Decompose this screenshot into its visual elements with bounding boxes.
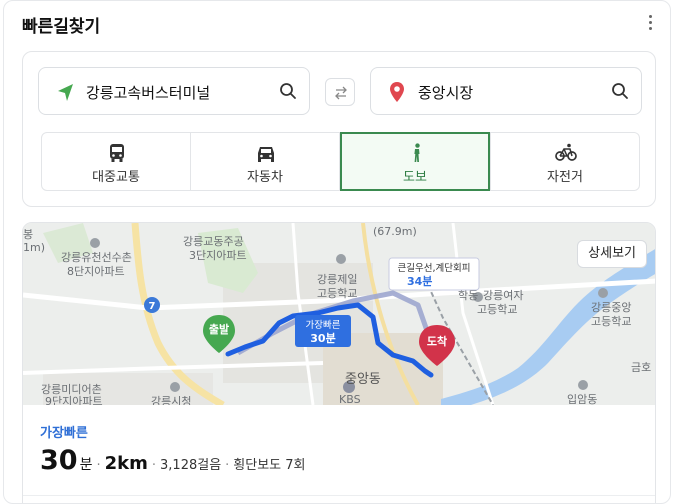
map-label: 입암동 <box>567 393 597 405</box>
destination-value: 중앙시장 <box>418 84 474 102</box>
map-label: (67.9m) <box>373 225 417 238</box>
swap-button[interactable] <box>325 78 355 106</box>
start-marker-label: 출발 <box>209 322 229 336</box>
tab-label: 자전거 <box>547 170 583 185</box>
search-icon[interactable] <box>611 82 629 100</box>
map-label: 강릉교동주공 <box>183 235 244 248</box>
card-header: 빠른길찾기 <box>4 1 670 45</box>
tab-label: 도보 <box>403 170 427 185</box>
route-map[interactable]: 7 봉 1m) 강릉유천선수촌 8단지아파트 강릉교동주공 3단지아파트 (67… <box>23 223 655 405</box>
destination-marker-label: 도착 <box>427 334 447 348</box>
tab-bicycle[interactable]: 자전거 <box>490 132 640 191</box>
map-label: 강릉제일 <box>317 272 357 286</box>
map-canvas: 7 봉 1m) 강릉유천선수촌 8단지아파트 강릉교동주공 3단지아파트 (67… <box>23 223 655 405</box>
duration-value: 30 <box>40 445 78 476</box>
map-label: 고등학교 <box>477 303 517 316</box>
tab-label: 자동차 <box>247 170 283 185</box>
map-label: 학동 <box>458 289 478 302</box>
card-title: 빠른길찾기 <box>22 17 101 37</box>
map-label: 고등학교 <box>317 287 357 300</box>
tab-label: 대중교통 <box>92 170 140 185</box>
road-number-label: 7 <box>149 301 156 312</box>
map-label: 9단지아파트 <box>45 395 103 405</box>
map-label: 강릉시청 <box>151 395 191 405</box>
map-label: 고등학교 <box>591 315 631 328</box>
route-metrics: 30 분 · 2km · 3,128걸음 · 횡단보도 7회 <box>40 445 306 476</box>
directions-card: 빠른길찾기 강릉고속버스터미널 중앙시장 대중교통 자동차 도보 자전거 7 봉… <box>3 0 671 504</box>
distance-value: 2km <box>104 453 148 474</box>
destination-field[interactable]: 중앙시장 <box>370 67 642 115</box>
tab-car[interactable]: 자동차 <box>190 132 340 191</box>
callout-time: 34분 <box>407 275 432 288</box>
step-count: 3,128걸음 <box>160 458 222 473</box>
walk-icon <box>414 143 420 162</box>
location-arrow-icon <box>58 84 73 101</box>
map-label: 봉 <box>23 228 33 241</box>
car-icon <box>258 147 274 162</box>
route-result-card[interactable]: 7 봉 1m) 강릉유천선수촌 8단지아파트 강릉교동주공 3단지아파트 (67… <box>22 222 656 503</box>
map-label: 중앙동 <box>345 372 381 387</box>
search-icon[interactable] <box>279 82 297 100</box>
map-label: 금호 <box>631 361 651 374</box>
origin-field[interactable]: 강릉고속버스터미널 <box>38 67 310 115</box>
callout-time: 30분 <box>310 332 335 345</box>
alternative-route-callout[interactable]: 큰길우선,계단회피 34분 <box>388 257 480 291</box>
callout-label: 큰길우선,계단회피 <box>398 262 471 274</box>
map-label: KBS <box>339 393 361 405</box>
swap-icon <box>335 86 347 100</box>
map-label: 강릉여자 <box>483 289 523 302</box>
map-pin-icon <box>390 82 404 102</box>
route-summary: 가장빠른 30 분 · 2km · 3,128걸음 · 횡단보도 7회 <box>23 405 655 503</box>
more-options-icon[interactable] <box>644 13 656 33</box>
duration-unit: 분 <box>79 457 93 473</box>
map-label: 3단지아파트 <box>189 249 247 262</box>
transport-mode-tabs: 대중교통 자동차 도보 자전거 <box>41 132 641 191</box>
origin-value: 강릉고속버스터미널 <box>86 84 211 102</box>
map-label: 8단지아파트 <box>67 265 125 278</box>
route-tag: 가장빠른 <box>40 426 88 441</box>
map-label: 강릉중앙 <box>591 301 631 314</box>
crosswalk-count: 횡단보도 7회 <box>233 458 306 473</box>
bus-icon <box>110 144 124 162</box>
divider <box>23 495 655 496</box>
bicycle-icon <box>555 143 577 161</box>
map-label: 강릉유천선수촌 <box>61 250 132 264</box>
details-button[interactable]: 상세보기 <box>577 240 647 268</box>
map-label: 1m) <box>23 241 45 254</box>
fastest-route-callout[interactable]: 가장빠른 30분 <box>295 315 351 347</box>
search-panel: 강릉고속버스터미널 중앙시장 대중교통 자동차 도보 자전거 <box>22 51 656 207</box>
tab-walk[interactable]: 도보 <box>340 132 490 191</box>
callout-label: 가장빠른 <box>306 320 341 331</box>
tab-public-transit[interactable]: 대중교통 <box>41 132 191 191</box>
